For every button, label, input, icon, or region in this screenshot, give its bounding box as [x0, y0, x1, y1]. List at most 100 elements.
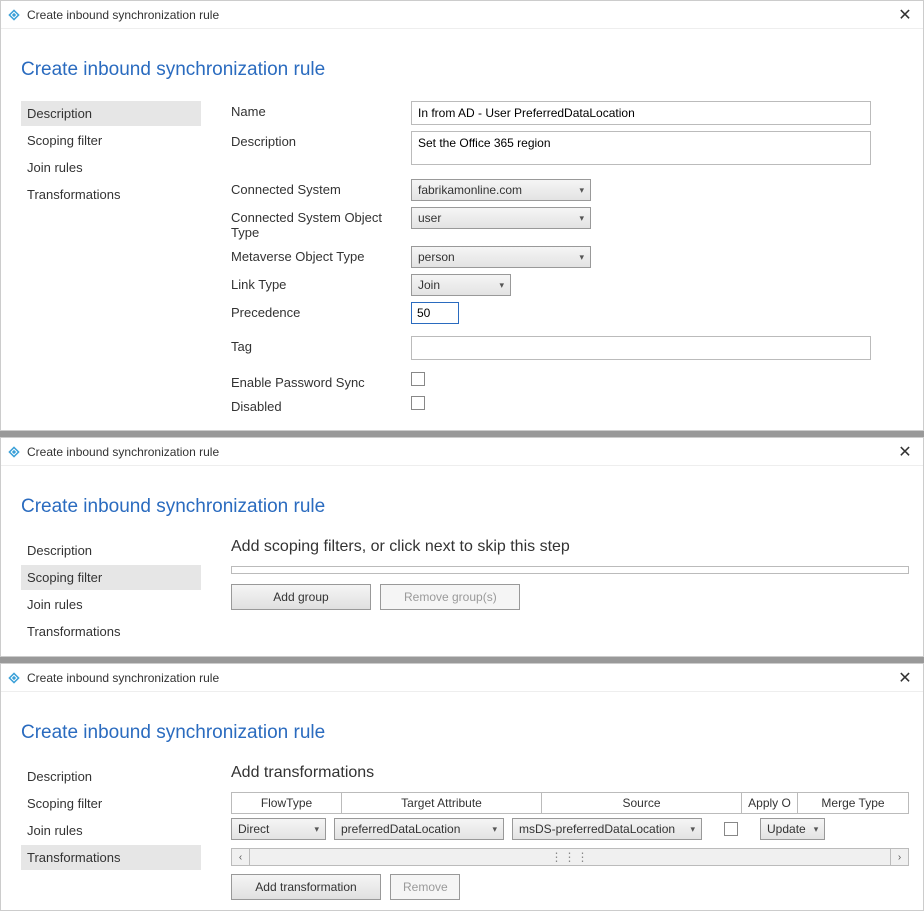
page-title: Create inbound synchronization rule	[21, 722, 909, 744]
sidebar-item-label: Scoping filter	[27, 570, 102, 585]
label-disabled: Disabled	[231, 396, 411, 414]
sidebar-item-label: Join rules	[27, 160, 83, 175]
close-icon[interactable]: ✕	[895, 5, 915, 25]
sidebar-item-transform[interactable]: Transformations	[21, 182, 201, 207]
sidebar-item-label: Transformations	[27, 187, 120, 202]
flowtype-select[interactable]: Direct ▾	[231, 818, 326, 840]
window-title: Create inbound synchronization rule	[27, 8, 219, 22]
transform-row: Direct ▾ preferredDataLocation ▾ msDS-pr…	[231, 814, 909, 844]
transform-table-header: FlowType Target Attribute Source Apply O…	[231, 792, 909, 814]
chevron-down-icon: ▾	[579, 213, 584, 224]
label-connected-system: Connected System	[231, 179, 411, 197]
button-label: Remove group(s)	[404, 590, 497, 604]
label-name: Name	[231, 101, 411, 119]
chevron-down-icon: ▾	[814, 824, 819, 835]
sidebar-item-label: Join rules	[27, 823, 83, 838]
cs-object-type-select[interactable]: user ▾	[411, 207, 591, 229]
select-value: preferredDataLocation	[341, 822, 460, 836]
sidebar-item-description[interactable]: Description	[21, 538, 201, 563]
scoping-groups-strip	[231, 566, 909, 574]
sidebar-item-label: Description	[27, 543, 92, 558]
precedence-input[interactable]	[411, 302, 459, 324]
enable-pw-sync-checkbox[interactable]	[411, 372, 425, 386]
apply-once-checkbox[interactable]	[724, 822, 738, 836]
chevron-down-icon: ▾	[492, 824, 497, 835]
select-value: msDS-preferredDataLocation	[519, 822, 675, 836]
col-apply-once: Apply O	[742, 793, 798, 813]
merge-type-select[interactable]: Update ▾	[760, 818, 825, 840]
select-value: Update	[767, 822, 806, 836]
sidebar-item-label: Transformations	[27, 624, 120, 639]
chevron-down-icon: ▾	[314, 824, 319, 835]
disabled-checkbox[interactable]	[411, 396, 425, 410]
sidebar-item-transform[interactable]: Transformations	[21, 845, 201, 870]
chevron-down-icon: ▾	[690, 824, 695, 835]
source-select[interactable]: msDS-preferredDataLocation ▾	[512, 818, 702, 840]
connected-system-select[interactable]: fabrikamonline.com ▾	[411, 179, 591, 201]
window-title: Create inbound synchronization rule	[27, 671, 219, 685]
titlebar: Create inbound synchronization rule ✕	[1, 1, 923, 29]
page-title: Create inbound synchronization rule	[21, 59, 909, 81]
select-value: person	[418, 250, 455, 264]
page-title: Create inbound synchronization rule	[21, 496, 909, 518]
window-description: Create inbound synchronization rule ✕ Cr…	[0, 0, 924, 431]
sidebar-item-label: Description	[27, 769, 92, 784]
sidebar-item-label: Transformations	[27, 850, 120, 865]
sidebar-item-scoping[interactable]: Scoping filter	[21, 791, 201, 816]
button-label: Add transformation	[255, 880, 356, 894]
sidebar-item-join[interactable]: Join rules	[21, 592, 201, 617]
label-cs-object-type: Connected System Object Type	[231, 207, 411, 240]
target-attr-select[interactable]: preferredDataLocation ▾	[334, 818, 504, 840]
scroll-thumb[interactable]: ⋮⋮⋮	[250, 850, 890, 864]
link-type-select[interactable]: Join ▾	[411, 274, 511, 296]
sidebar-item-transform[interactable]: Transformations	[21, 619, 201, 644]
wizard-sidebar: Description Scoping filter Join rules Tr…	[21, 764, 201, 900]
wizard-sidebar: Description Scoping filter Join rules Tr…	[21, 538, 201, 646]
col-merge-type: Merge Type	[798, 793, 908, 813]
form-area: Name Description Set the Office 365 regi…	[231, 101, 909, 420]
transform-area: Add transformations FlowType Target Attr…	[231, 764, 909, 900]
add-transformation-button[interactable]: Add transformation	[231, 874, 381, 900]
tag-input[interactable]	[411, 336, 871, 360]
titlebar: Create inbound synchronization rule ✕	[1, 664, 923, 692]
label-description: Description	[231, 131, 411, 149]
sidebar-item-scoping[interactable]: Scoping filter	[21, 565, 201, 590]
app-icon	[7, 445, 21, 459]
remove-button: Remove	[390, 874, 460, 900]
sidebar-item-description[interactable]: Description	[21, 101, 201, 126]
sidebar-item-label: Scoping filter	[27, 133, 102, 148]
window-scoping: Create inbound synchronization rule ✕ Cr…	[0, 437, 924, 657]
sidebar-item-description[interactable]: Description	[21, 764, 201, 789]
col-source: Source	[542, 793, 742, 813]
description-input[interactable]: Set the Office 365 region	[411, 131, 871, 165]
button-label: Remove	[403, 880, 448, 894]
wizard-sidebar: Description Scoping filter Join rules Tr…	[21, 101, 201, 420]
sidebar-item-label: Description	[27, 106, 92, 121]
scroll-left-icon[interactable]: ‹	[232, 849, 250, 865]
select-value: user	[418, 211, 441, 225]
horizontal-scrollbar[interactable]: ‹ ⋮⋮⋮ ›	[231, 848, 909, 866]
col-flowtype: FlowType	[232, 793, 342, 813]
scoping-heading: Add scoping filters, or click next to sk…	[231, 538, 909, 556]
transform-heading: Add transformations	[231, 764, 909, 782]
sidebar-item-scoping[interactable]: Scoping filter	[21, 128, 201, 153]
sidebar-item-join[interactable]: Join rules	[21, 155, 201, 180]
remove-groups-button: Remove group(s)	[380, 584, 520, 610]
sidebar-item-join[interactable]: Join rules	[21, 818, 201, 843]
close-icon[interactable]: ✕	[895, 668, 915, 688]
select-value: fabrikamonline.com	[418, 183, 522, 197]
add-group-button[interactable]: Add group	[231, 584, 371, 610]
app-icon	[7, 671, 21, 685]
select-value: Join	[418, 278, 440, 292]
scroll-right-icon[interactable]: ›	[890, 849, 908, 865]
button-label: Add group	[273, 590, 328, 604]
close-icon[interactable]: ✕	[895, 442, 915, 462]
chevron-down-icon: ▾	[579, 185, 584, 196]
label-tag: Tag	[231, 336, 411, 354]
name-input[interactable]	[411, 101, 871, 125]
mv-object-type-select[interactable]: person ▾	[411, 246, 591, 268]
chevron-down-icon: ▾	[579, 252, 584, 263]
label-enable-pw-sync: Enable Password Sync	[231, 372, 411, 390]
sidebar-item-label: Scoping filter	[27, 796, 102, 811]
scoping-area: Add scoping filters, or click next to sk…	[231, 538, 909, 646]
